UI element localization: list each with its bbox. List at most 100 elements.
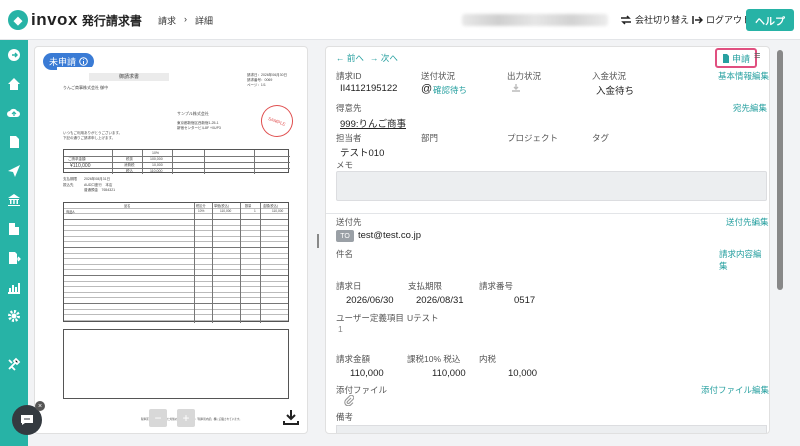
- invoice-id-label: 請求ID: [336, 71, 362, 81]
- subject-label: 件名: [336, 249, 354, 259]
- payment-status-label: 入金状況: [592, 71, 627, 81]
- paperclip-icon[interactable]: [344, 395, 354, 406]
- home-icon[interactable]: [7, 77, 21, 91]
- email-value: test@test.co.jp: [358, 230, 421, 241]
- apply-button[interactable]: 申請: [715, 48, 758, 68]
- memo-label: メモ: [336, 160, 354, 170]
- logout-button[interactable]: ログアウト: [692, 13, 751, 26]
- edit-destination-link[interactable]: 宛先編集: [733, 102, 767, 114]
- col-amount: 金額(税込): [263, 204, 278, 208]
- chat-close-icon[interactable]: ×: [35, 401, 45, 411]
- output-status-label: 出力状況: [507, 71, 542, 81]
- info-icon[interactable]: [79, 57, 88, 66]
- invoice-date-value: 2026/06/30: [346, 295, 394, 306]
- tools-icon[interactable]: [7, 357, 21, 371]
- bank-icon[interactable]: [7, 193, 21, 207]
- next-label: 次へ: [380, 53, 398, 63]
- doc-tax-label-1: 税抜: [126, 157, 133, 161]
- menu-icon[interactable]: ≡: [754, 50, 760, 62]
- logout-label: ログアウト: [706, 15, 752, 25]
- row-amount: 110,000: [272, 208, 284, 213]
- doc-sender-address: 東京都新宿区西新宿1-25-1 新宿センタービル8F +0UP3: [177, 121, 221, 130]
- doc-tax-val-2: 10,000: [152, 163, 163, 167]
- switch-company-button[interactable]: 会社切り替え: [620, 13, 689, 26]
- row-item: 商品A: [66, 209, 75, 214]
- inner-tax-label: 内税: [479, 354, 497, 364]
- user-name-redacted: [462, 14, 608, 26]
- doc-rate: 10%: [152, 151, 160, 155]
- arrow-left-icon: ←: [336, 53, 345, 63]
- edit-content-link[interactable]: 請求内容編集: [719, 248, 769, 272]
- remarks-box[interactable]: [336, 425, 767, 433]
- amount-table: 10% ご請求金額 ¥110,000 税抜 100,000 消費税 10,000…: [63, 149, 290, 174]
- cloud-upload-icon[interactable]: [7, 106, 21, 120]
- document-export-icon[interactable]: [7, 251, 21, 265]
- download-icon[interactable]: [283, 409, 299, 425]
- help-button[interactable]: ヘルプ: [746, 9, 794, 31]
- edit-basic-info-link[interactable]: 基本情報編集: [718, 70, 769, 82]
- breadcrumb: 請求 › 詳細: [158, 14, 213, 27]
- chart-icon[interactable]: [7, 280, 21, 294]
- edit-sendto-link[interactable]: 送付先編集: [726, 216, 769, 228]
- project-label: プロジェクト: [507, 133, 559, 143]
- at-icon: @: [421, 83, 433, 95]
- chat-icon: [21, 415, 33, 425]
- row-price: 110,000: [220, 208, 232, 213]
- col-rate: 税区分: [196, 204, 206, 208]
- sample-stamp: SAMPLE: [256, 100, 298, 142]
- tax-amount-value: 110,000: [432, 368, 466, 379]
- left-navigation: [0, 40, 28, 446]
- custom-field-value: 1: [338, 324, 343, 334]
- doc-meta: 請求日：2026年06月30日 請求番号：0069 ページ：1/1: [247, 73, 288, 87]
- customer-link[interactable]: 999:りんご商事: [340, 116, 406, 130]
- doc-sender: サンプル株式会社: [177, 111, 209, 116]
- building-icon[interactable]: [7, 222, 21, 236]
- logout-icon: [692, 15, 703, 24]
- staff-value: テスト010: [340, 148, 385, 159]
- items-table: 品名 税区分 単価(税込) 数量 金額(税込) 商品A 10% 110,000 …: [63, 202, 289, 323]
- app-logo[interactable]: ◆ invox 発行請求書: [8, 10, 142, 30]
- invoice-preview-panel: 未申請 御請求書 請求日：2026年06月30日 請求番号：0069 ページ：1…: [34, 46, 308, 434]
- doc-tax-val-3: 110,000: [150, 169, 163, 173]
- doc-tax-label-2: 消費税: [124, 163, 135, 167]
- prev-link[interactable]: ← 前へ: [336, 52, 364, 64]
- row-qty: 1: [254, 208, 256, 213]
- breadcrumb-invoices[interactable]: 請求: [158, 14, 176, 27]
- logo-mark-icon: ◆: [8, 10, 28, 30]
- gear-icon[interactable]: [7, 309, 21, 323]
- doc-due: 支払期限 2026年08月31日: [63, 177, 111, 181]
- doc-title: 御請求書: [89, 73, 169, 81]
- remarks-label: 備考: [336, 412, 354, 422]
- panel-resize-handle[interactable]: [317, 234, 319, 248]
- sendto-label: 送付先: [336, 217, 362, 227]
- zoom-out-button[interactable]: −: [149, 409, 167, 427]
- custom-field-name: Uテスト: [407, 313, 439, 323]
- send-icon[interactable]: [7, 164, 21, 178]
- switch-company-label: 会社切り替え: [635, 15, 690, 25]
- col-price: 単価(税込): [214, 204, 229, 208]
- dept-label: 部門: [421, 133, 439, 143]
- customer-label: 得意先: [336, 103, 362, 113]
- payment-status-value: 入金待ち: [596, 86, 635, 97]
- swap-icon: [621, 14, 631, 25]
- invoice-document: 御請求書 請求日：2026年06月30日 請求番号：0069 ページ：1/1 り…: [57, 67, 298, 431]
- document-icon[interactable]: [7, 135, 21, 149]
- doc-bank: 振込先 AUD口座行 本店 普通預金 7654321: [63, 183, 116, 192]
- next-link[interactable]: → 次へ: [370, 52, 398, 64]
- send-status-link[interactable]: 確認待ち: [433, 84, 467, 96]
- col-item: 品名: [124, 204, 131, 208]
- detail-scrollbar[interactable]: [777, 50, 783, 290]
- top-header: ◆ invox 発行請求書 請求 › 詳細 会社切り替え ログアウト ヘルプ: [0, 0, 800, 40]
- amount-value: 110,000: [350, 368, 384, 379]
- row-rate: 10%: [198, 208, 205, 213]
- doc-amount: ¥110,000: [70, 163, 91, 169]
- arrow-right-icon[interactable]: [7, 48, 21, 62]
- to-badge: TO: [336, 230, 354, 242]
- tax-label: 課税10% 税込: [407, 354, 461, 364]
- invoice-date-label: 請求日: [336, 281, 362, 291]
- memo-textarea[interactable]: [336, 171, 767, 201]
- arrow-right-icon: →: [370, 53, 379, 63]
- zoom-in-button[interactable]: +: [177, 409, 195, 427]
- brand-name: invox: [31, 10, 78, 29]
- edit-attach-link[interactable]: 添付ファイル編集: [701, 384, 769, 396]
